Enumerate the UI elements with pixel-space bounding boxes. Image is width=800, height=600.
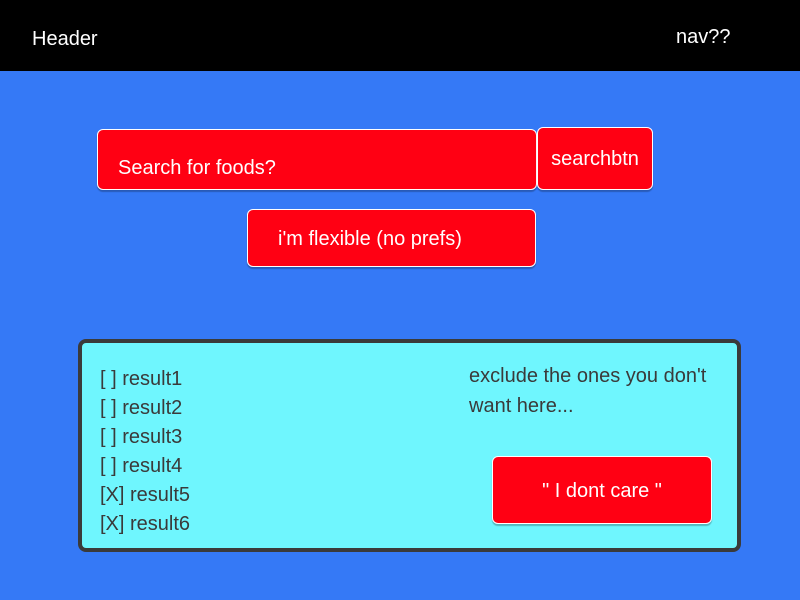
result-item-2[interactable]: [ ] result2 (100, 394, 190, 423)
header-bar: Header nav?? (0, 0, 800, 71)
results-panel: [ ] result1 [ ] result2 [ ] result3 [ ] … (78, 339, 741, 552)
nav-link[interactable]: nav?? (676, 25, 731, 49)
dont-care-button[interactable]: " I dont care " (492, 456, 712, 524)
search-input[interactable] (97, 129, 537, 190)
results-list: [ ] result1 [ ] result2 [ ] result3 [ ] … (100, 365, 190, 539)
result-item-1[interactable]: [ ] result1 (100, 365, 190, 394)
header-title: Header (32, 28, 98, 50)
search-button[interactable]: searchbtn (537, 127, 653, 190)
result-item-5[interactable]: [X] result5 (100, 481, 190, 510)
result-item-4[interactable]: [ ] result4 (100, 452, 190, 481)
result-item-6[interactable]: [X] result6 (100, 510, 190, 539)
exclude-hint-text: exclude the ones you don't want here... (469, 365, 707, 417)
flexible-no-prefs-button[interactable]: i'm flexible (no prefs) (247, 209, 536, 267)
result-item-3[interactable]: [ ] result3 (100, 423, 190, 452)
